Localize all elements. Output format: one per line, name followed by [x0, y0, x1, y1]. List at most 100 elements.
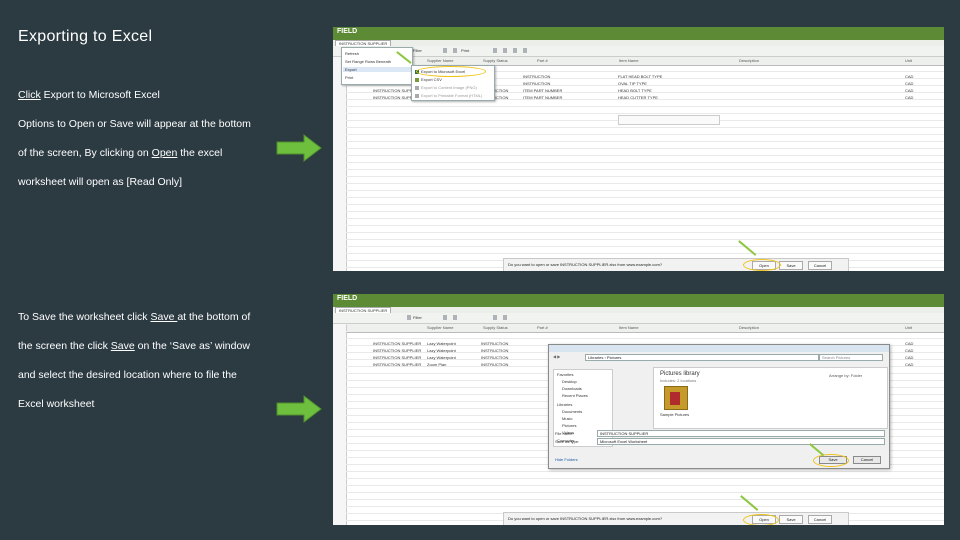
cell[interactable]: CAD: [905, 361, 913, 368]
menu-item-export-html[interactable]: Export to Printable Format (HTML): [415, 93, 482, 98]
column-header[interactable]: Item Name: [619, 58, 639, 63]
cell[interactable]: CAD: [905, 73, 913, 80]
toolbar-icon[interactable]: [443, 315, 447, 320]
column-header[interactable]: Unit: [905, 325, 912, 330]
cell[interactable]: Lazy Waterpoint: [427, 354, 456, 361]
hide-folders-toggle[interactable]: Hide Folders: [555, 457, 578, 462]
menu-item-refresh[interactable]: Refresh: [345, 51, 359, 56]
filter-button[interactable]: Filter: [413, 315, 422, 321]
export-screenshot: FIELD INSTRUCTION SUPPLIER Filter Print …: [333, 27, 944, 271]
save-word-1: Save: [150, 311, 178, 323]
column-header[interactable]: Part #: [537, 325, 548, 330]
folder-sample-pictures[interactable]: Sample Pictures: [660, 412, 689, 417]
save-type-select[interactable]: Microsoft Excel Worksheet: [597, 438, 885, 445]
column-header[interactable]: Supplier Name: [427, 58, 453, 63]
filename-input[interactable]: INSTRUCTION SUPPLIER: [597, 430, 885, 437]
path-bar[interactable]: Libraries › Pictures: [585, 354, 819, 361]
library-title: Pictures library: [660, 371, 700, 377]
menu-item-export-csv[interactable]: Export CSV: [415, 77, 442, 82]
cell[interactable]: OVAL TIP TYPE: [618, 80, 647, 87]
cell[interactable]: Lazy Waterpoint: [427, 340, 456, 347]
tree-item-pictures[interactable]: Pictures: [562, 423, 576, 428]
context-menu: Refresh Set Range Rows Beneath Export Pr…: [341, 47, 413, 85]
cell[interactable]: INSTRUCTION SUPPLIER: [373, 354, 421, 361]
column-header[interactable]: Supplier Name: [427, 325, 453, 330]
arrange-by[interactable]: Arrange by: Folder: [829, 373, 862, 378]
grid-header: Supplier Name Supply Status Part # Item …: [347, 324, 944, 333]
cell[interactable]: CAD: [905, 347, 913, 354]
column-header[interactable]: Supply Status: [483, 58, 508, 63]
cell[interactable]: INSTRUCTION: [481, 340, 508, 347]
cell[interactable]: INSTRUCTION SUPPLIER: [373, 347, 421, 354]
menu-item-export[interactable]: Export: [343, 67, 411, 72]
toolbar-icon[interactable]: [513, 48, 517, 53]
cell[interactable]: CAD: [905, 94, 913, 101]
column-header[interactable]: Part #: [537, 58, 548, 63]
tree-item-desktop[interactable]: Desktop: [562, 379, 577, 384]
grid-toolbar: Filter: [333, 313, 944, 324]
cell[interactable]: CAD: [905, 80, 913, 87]
cancel-button[interactable]: Cancel: [808, 261, 832, 270]
save-button[interactable]: Save: [779, 515, 803, 524]
tree-item-downloads[interactable]: Downloads: [562, 386, 582, 391]
cell[interactable]: FLAT HEAD BOLT TYPE: [618, 73, 662, 80]
folder-icon[interactable]: [664, 386, 688, 410]
cell[interactable]: ITEM PART NUMBER: [523, 94, 562, 101]
menu-item-export-png[interactable]: Export to Content Image (PNG): [415, 85, 477, 90]
toolbar-icon[interactable]: [503, 48, 507, 53]
tree-item-documents[interactable]: Documents: [562, 409, 582, 414]
toolbar-icon[interactable]: [503, 315, 507, 320]
column-header[interactable]: Description: [739, 58, 759, 63]
filename-label: File name:: [555, 431, 574, 436]
cell[interactable]: Lazy Waterpoint: [427, 347, 456, 354]
toolbar-icon[interactable]: [493, 48, 497, 53]
toolbar-icon[interactable]: [443, 48, 447, 53]
arrow-right-icon: [276, 395, 322, 423]
cell[interactable]: HEAD CUTTER TYPE: [618, 94, 658, 101]
print-button[interactable]: Print: [461, 48, 469, 54]
open-line-b: the excel: [177, 147, 223, 159]
open-word: Open: [151, 147, 178, 159]
dialog-cancel-button[interactable]: Cancel: [853, 456, 881, 464]
column-header[interactable]: Item Name: [619, 325, 639, 330]
cell[interactable]: INSTRUCTION: [523, 80, 550, 87]
cell[interactable]: CAD: [905, 354, 913, 361]
tree-item-favorites[interactable]: Favorites: [557, 372, 573, 377]
tree-item-music[interactable]: Music: [562, 416, 572, 421]
save-line-2-b: on the ‘Save as’ window: [134, 340, 250, 352]
cell[interactable]: HEAD BOLT TYPE: [618, 87, 652, 94]
column-header[interactable]: Supply Status: [483, 325, 508, 330]
arrow-right-icon: [276, 134, 322, 162]
column-header[interactable]: Unit: [905, 58, 912, 63]
toolbar-icon[interactable]: [453, 48, 457, 53]
save-button[interactable]: Save: [779, 261, 803, 270]
edit-cell-box[interactable]: [618, 115, 720, 125]
csv-icon: [415, 77, 419, 82]
menu-item-print[interactable]: Print: [345, 75, 353, 80]
search-pictures-input[interactable]: Search Pictures: [819, 354, 883, 361]
menu-item-set-range[interactable]: Set Range Rows Beneath: [345, 59, 391, 64]
toolbar-icon[interactable]: [523, 48, 527, 53]
download-bar: Do you want to open or save INSTRUCTION …: [503, 258, 849, 271]
cell[interactable]: CAD: [905, 340, 913, 347]
filter-button[interactable]: Filter: [413, 48, 422, 54]
cell[interactable]: CAD: [905, 87, 913, 94]
cell[interactable]: INSTRUCTION SUPPLIER: [373, 361, 421, 368]
cell[interactable]: INSTRUCTION: [523, 73, 550, 80]
cell[interactable]: ITEM PART NUMBER: [523, 87, 562, 94]
toolbar-icon[interactable]: [493, 315, 497, 320]
cell[interactable]: Zoom Plan: [427, 361, 446, 368]
cell[interactable]: INSTRUCTION SUPPLIER: [373, 340, 421, 347]
toolbar-icon[interactable]: [453, 315, 457, 320]
cell[interactable]: INSTRUCTION: [481, 361, 508, 368]
column-header[interactable]: Description: [739, 325, 759, 330]
cell[interactable]: INSTRUCTION: [481, 354, 508, 361]
filter-icon[interactable]: [407, 315, 411, 320]
cell[interactable]: INSTRUCTION: [481, 347, 508, 354]
file-pane: Pictures library Includes: 2 locations A…: [653, 367, 888, 429]
tree-item-recent[interactable]: Recent Places: [562, 393, 588, 398]
tree-item-libraries[interactable]: Libraries: [557, 402, 572, 407]
excel-line: Excel worksheet: [18, 398, 95, 410]
cancel-button[interactable]: Cancel: [808, 515, 832, 524]
back-forward-icon[interactable]: ◀ ▶: [553, 354, 560, 359]
